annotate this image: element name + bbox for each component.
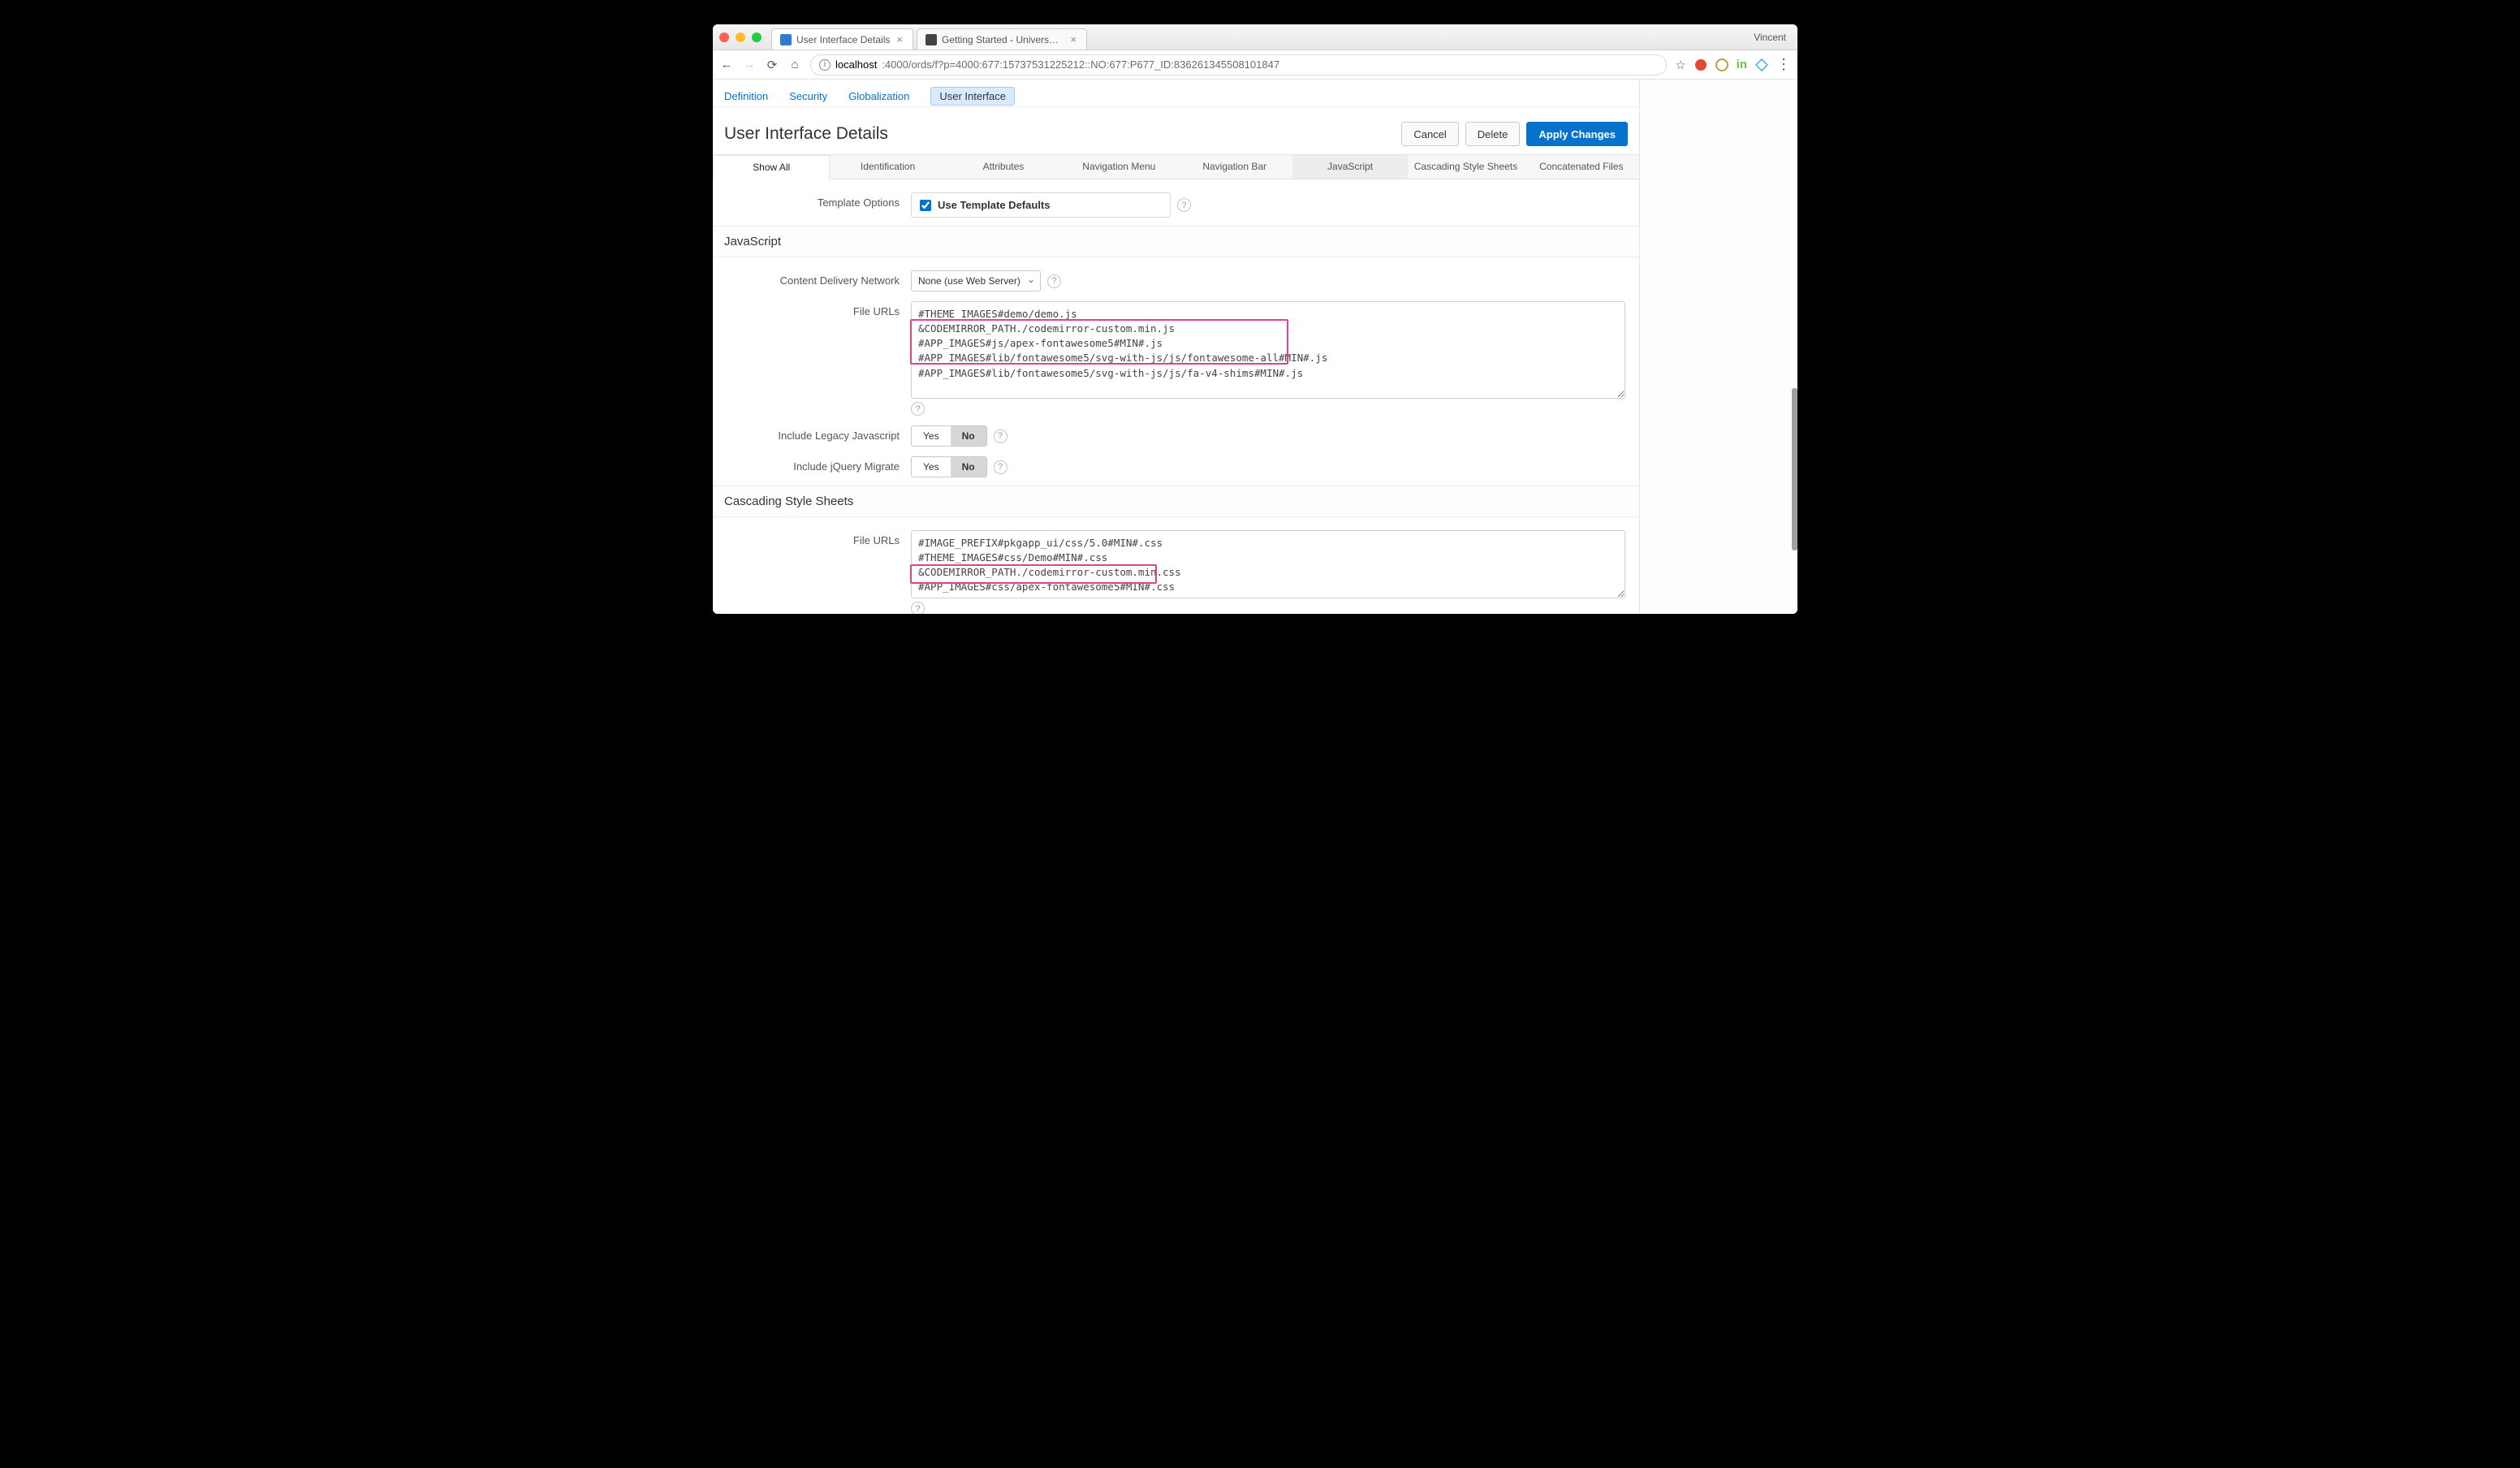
legacy-js-yes[interactable]: Yes <box>912 426 951 446</box>
template-options-value: Use Template Defaults <box>938 199 1050 211</box>
cdn-label: Content Delivery Network <box>724 270 911 287</box>
section-javascript-heading: JavaScript <box>713 226 1639 257</box>
sub-nav: Definition Security Globalization User I… <box>713 80 1639 107</box>
scrollbar-thumb[interactable] <box>1792 388 1797 550</box>
js-file-urls-textarea[interactable] <box>911 301 1625 399</box>
home-icon[interactable]: ⌂ <box>788 58 802 71</box>
browser-tab-active[interactable]: User Interface Details × <box>771 28 913 50</box>
help-icon[interactable]: ? <box>911 602 925 614</box>
legacy-js-no[interactable]: No <box>951 426 986 446</box>
extension-icon[interactable] <box>1694 58 1707 71</box>
subnav-security[interactable]: Security <box>789 90 827 102</box>
tab-navigation-menu[interactable]: Navigation Menu <box>1061 155 1176 179</box>
minimize-window-icon[interactable] <box>736 32 745 42</box>
extension-icon[interactable] <box>1715 58 1728 71</box>
template-options-label: Template Options <box>724 192 911 209</box>
inner-tabs: Show All Identification Attributes Navig… <box>713 154 1639 179</box>
tab-navigation-bar[interactable]: Navigation Bar <box>1177 155 1292 179</box>
url-host: localhost <box>835 58 877 71</box>
site-info-icon[interactable]: i <box>819 59 831 71</box>
extension-icon[interactable]: in <box>1737 58 1747 71</box>
browser-tab[interactable]: Getting Started - Universal Th × <box>917 28 1087 50</box>
favicon-icon <box>926 34 937 45</box>
url-path: :4000/ords/f?p=4000:677:15737531225212::… <box>882 58 1279 71</box>
back-icon[interactable]: ← <box>719 58 734 71</box>
legacy-js-toggle[interactable]: Yes No <box>911 425 987 447</box>
template-options-checkbox[interactable] <box>920 200 931 211</box>
help-icon[interactable]: ? <box>1177 198 1191 212</box>
cancel-button[interactable]: Cancel <box>1401 122 1458 146</box>
cdn-select[interactable]: None (use Web Server) <box>911 270 1041 291</box>
tab-attributes[interactable]: Attributes <box>946 155 1061 179</box>
jquery-migrate-toggle[interactable]: Yes No <box>911 456 987 477</box>
apply-changes-button[interactable]: Apply Changes <box>1526 122 1628 146</box>
subnav-globalization[interactable]: Globalization <box>848 90 909 102</box>
extensions: ☆ in ⋮ <box>1675 56 1791 73</box>
tab-concatenated-files[interactable]: Concatenated Files <box>1524 155 1639 179</box>
profile-name[interactable]: Vincent <box>1754 32 1791 43</box>
subnav-definition[interactable]: Definition <box>724 90 768 102</box>
jquery-migrate-no[interactable]: No <box>951 457 986 477</box>
side-gutter <box>1640 80 1797 614</box>
menu-icon[interactable]: ⋮ <box>1776 56 1791 73</box>
template-options-field[interactable]: Use Template Defaults <box>911 192 1171 218</box>
jquery-migrate-label: Include jQuery Migrate <box>724 456 911 473</box>
address-bar[interactable]: i localhost :4000/ords/f?p=4000:677:15737… <box>810 54 1667 76</box>
maximize-window-icon[interactable] <box>752 32 762 42</box>
help-icon[interactable]: ? <box>911 402 925 416</box>
subnav-user-interface[interactable]: User Interface <box>930 87 1015 106</box>
tab-label: User Interface Details <box>796 34 890 45</box>
extension-icon[interactable] <box>1755 58 1768 71</box>
close-window-icon[interactable] <box>719 32 729 42</box>
cdn-value: None (use Web Server) <box>918 275 1021 287</box>
tab-javascript[interactable]: JavaScript <box>1292 155 1408 179</box>
tab-show-all[interactable]: Show All <box>713 155 830 179</box>
reload-icon[interactable]: ⟳ <box>765 58 779 72</box>
help-icon[interactable]: ? <box>1047 274 1061 288</box>
help-icon[interactable]: ? <box>994 430 1008 443</box>
browser-window: User Interface Details × Getting Started… <box>713 24 1797 614</box>
page-title: User Interface Details <box>724 124 888 144</box>
legacy-js-label: Include Legacy Javascript <box>724 425 911 442</box>
jquery-migrate-yes[interactable]: Yes <box>912 457 951 477</box>
css-file-urls-label: File URLs <box>724 530 911 546</box>
delete-button[interactable]: Delete <box>1465 122 1521 146</box>
window-controls <box>719 32 762 42</box>
url-bar: ← → ⟳ ⌂ i localhost :4000/ords/f?p=4000:6… <box>713 50 1797 80</box>
page-content: Definition Security Globalization User I… <box>713 80 1640 614</box>
section-css-heading: Cascading Style Sheets <box>713 486 1639 517</box>
tab-css[interactable]: Cascading Style Sheets <box>1408 155 1523 179</box>
tab-identification[interactable]: Identification <box>830 155 945 179</box>
js-file-urls-label: File URLs <box>724 301 911 317</box>
forward-icon: → <box>742 58 757 71</box>
titlebar: User Interface Details × Getting Started… <box>713 24 1797 50</box>
browser-tabs: User Interface Details × Getting Started… <box>771 24 1090 50</box>
tab-close-icon[interactable]: × <box>895 33 904 45</box>
bookmark-star-icon[interactable]: ☆ <box>1675 58 1685 72</box>
tab-label: Getting Started - Universal Th <box>942 34 1064 45</box>
help-icon[interactable]: ? <box>994 460 1008 474</box>
tab-close-icon[interactable]: × <box>1068 33 1078 45</box>
css-file-urls-textarea[interactable] <box>911 530 1625 598</box>
favicon-icon <box>780 34 792 45</box>
